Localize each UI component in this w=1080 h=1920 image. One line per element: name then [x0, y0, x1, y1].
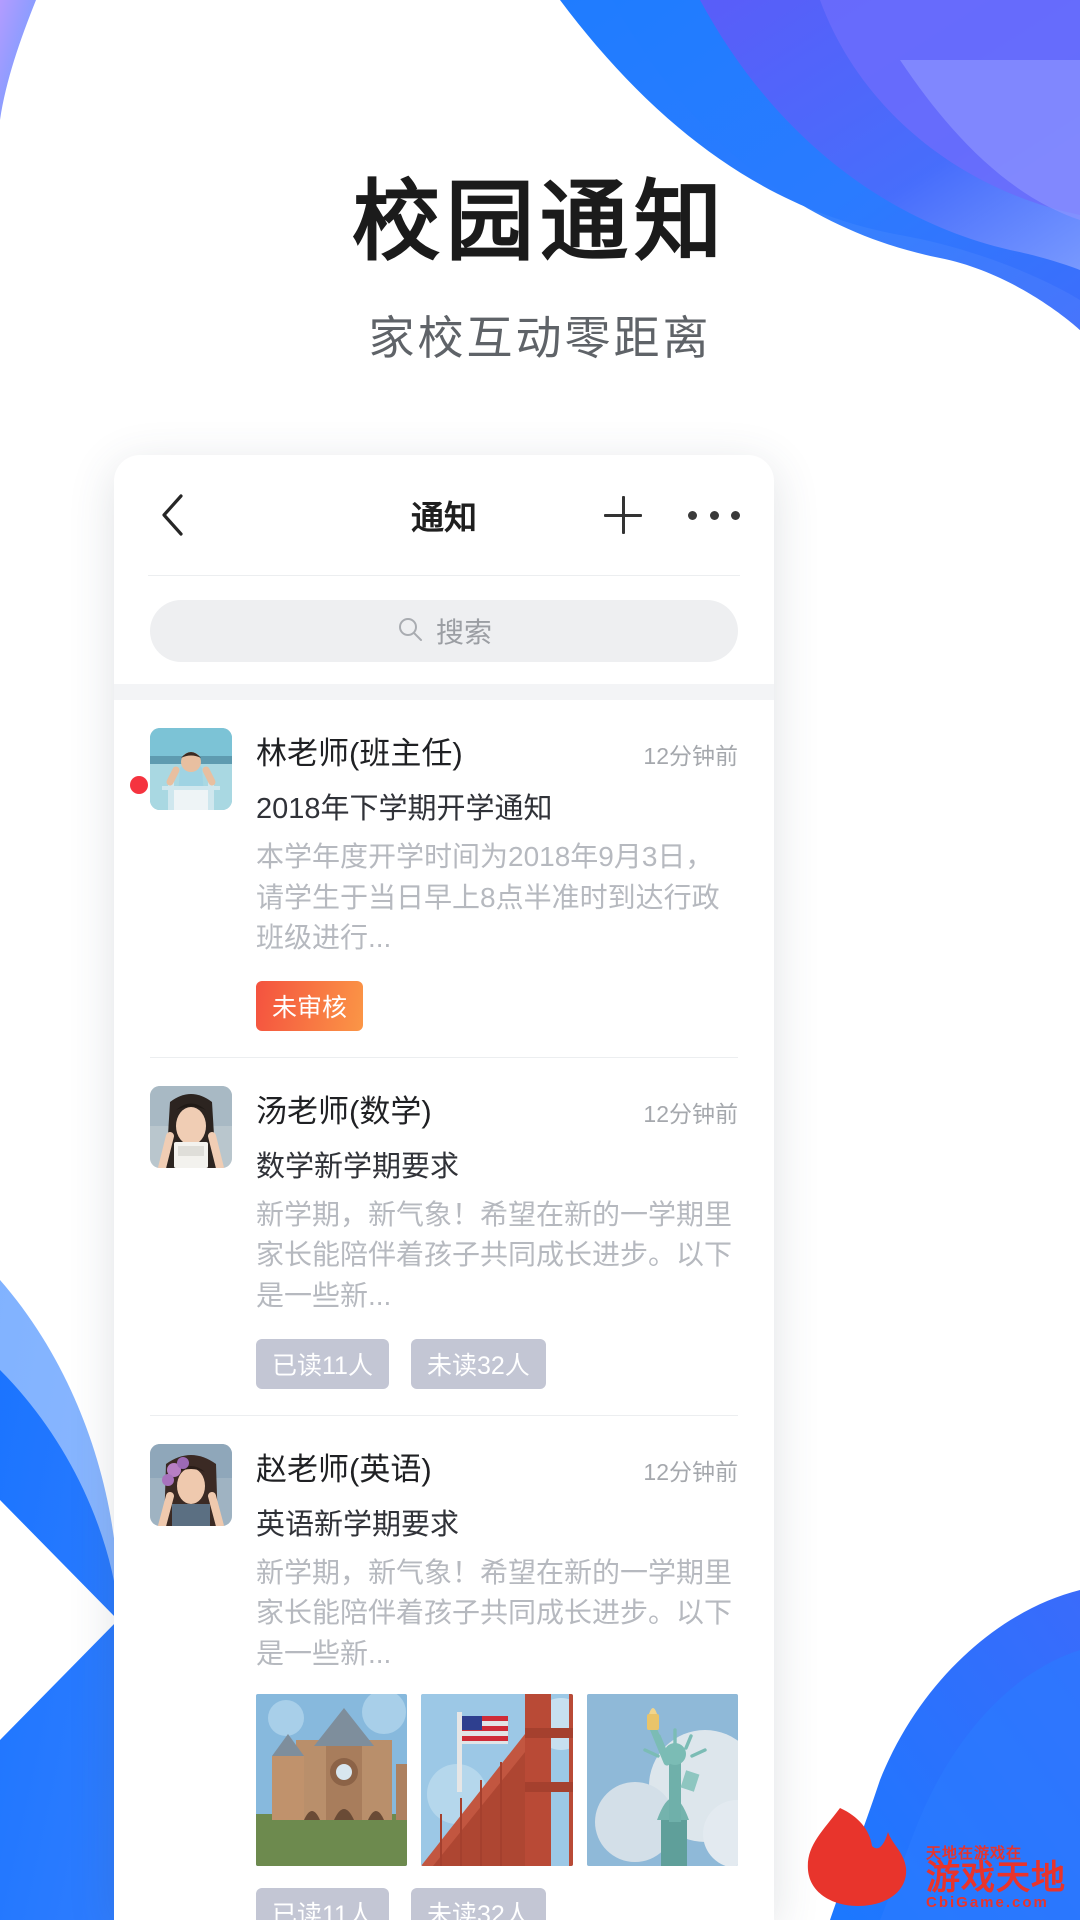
notification-excerpt: 新学期，新气象！希望在新的一学期里家长能陪伴着孩子共同成长进步。以下是一些新..…: [256, 1198, 733, 1311]
back-button[interactable]: [148, 491, 196, 539]
chevron-left-icon: [159, 493, 185, 537]
search-icon: [396, 615, 424, 648]
photo-cathedral-image: [256, 1694, 408, 1867]
unread-count-badge: 未读32人: [410, 1888, 546, 1920]
list-item-body: 汤老师(数学) 12分钟前 数学新学期要求 新学期，新气象！希望在新的一学期里家…: [256, 1086, 738, 1415]
navbar-actions: [600, 492, 740, 538]
notification-list: 林老师(班主任) 12分钟前 2018年下学期开学通知 本学年度开学时间为201…: [114, 700, 774, 1920]
unread-count-badge: 未读32人: [410, 1338, 546, 1389]
timestamp: 12分钟前: [643, 1458, 738, 1485]
tag-row: 已读11人 未读32人: [256, 1338, 738, 1389]
sender-name: 林老师(班主任): [256, 736, 463, 771]
list-item[interactable]: 汤老师(数学) 12分钟前 数学新学期要求 新学期，新气象！希望在新的一学期里家…: [114, 1058, 774, 1415]
search-section: 搜索: [114, 576, 774, 684]
page-title: 校园通知: [351, 172, 728, 271]
notification-excerpt: 新学期，新气象！希望在新的一学期里家长能陪伴着孩子共同成长进步。以下是一些新..…: [256, 1556, 733, 1669]
photo-golden-gate-flag-image: [421, 1694, 573, 1867]
avatar: [150, 728, 232, 810]
avatar-zhao-teacher-image: [150, 1443, 232, 1526]
sender-name: 汤老师(数学): [256, 1093, 432, 1129]
status-badge: 未审核: [256, 980, 364, 1031]
more-dots-icon[interactable]: [688, 492, 740, 538]
list-item[interactable]: 赵老师(英语) 12分钟前 英语新学期要求 新学期，新气象！希望在新的一学期里家…: [114, 1416, 774, 1920]
tag-row: 已读11人 未读32人: [256, 1888, 738, 1920]
thumbnail-image[interactable]: [586, 1694, 738, 1867]
read-count-badge: 已读11人: [256, 1888, 389, 1920]
search-input[interactable]: 搜索: [150, 600, 738, 662]
timestamp: 12分钟前: [643, 1100, 738, 1127]
watermark-text-block: 天地在游戏在 游戏天地 CbiGame.com: [926, 1846, 1066, 1910]
list-item[interactable]: 林老师(班主任) 12分钟前 2018年下学期开学通知 本学年度开学时间为201…: [114, 700, 774, 1057]
search-placeholder: 搜索: [435, 617, 492, 648]
avatar-tang-teacher-image: [150, 1085, 232, 1168]
thumbnail-image[interactable]: [256, 1694, 408, 1867]
thumbnail-image[interactable]: [421, 1694, 573, 1867]
attachment-thumbnails: [256, 1694, 738, 1867]
notification-excerpt: 本学年度开学时间为2018年9月3日，请学生于当日早上8点半准时到达行政班级进行…: [256, 841, 720, 954]
notification-subject: 2018年下学期开学通知: [256, 793, 553, 825]
phone-screenshot-card: 通知 搜索 林老师(班主任) 12分钟前 2018年下学期开学通知 本学年度开学…: [114, 455, 774, 1920]
list-item-body: 林老师(班主任) 12分钟前 2018年下学期开学通知 本学年度开学时间为201…: [256, 728, 738, 1057]
tag-row: 未审核: [256, 980, 738, 1031]
avatar: [150, 1443, 232, 1526]
flame-logo-icon: [807, 1808, 907, 1906]
hero-section: 校园通知 家校互动零距离: [0, 172, 1080, 368]
read-count-badge: 已读11人: [256, 1338, 389, 1389]
notification-subject: 数学新学期要求: [256, 1150, 460, 1183]
watermark-bottom-text: CbiGame.com: [926, 1894, 1049, 1911]
avatar: [150, 1085, 232, 1168]
plus-icon[interactable]: [600, 492, 646, 538]
app-navbar: 通知: [114, 455, 774, 575]
page-subtitle: 家校互动零距离: [368, 312, 712, 365]
list-separator-band: [114, 684, 774, 700]
watermark-mid-text: 游戏天地: [926, 1859, 1066, 1897]
site-watermark: 天地在游戏在 游戏天地 CbiGame.com: [800, 1802, 1066, 1910]
photo-statue-of-liberty-image: [586, 1694, 738, 1867]
notification-subject: 英语新学期要求: [256, 1508, 460, 1541]
avatar-lin-teacher-image: [150, 728, 232, 810]
unread-dot-icon: [130, 776, 148, 794]
sender-name: 赵老师(英语): [256, 1451, 432, 1487]
list-item-body: 赵老师(英语) 12分钟前 英语新学期要求 新学期，新气象！希望在新的一学期里家…: [256, 1444, 738, 1920]
timestamp: 12分钟前: [643, 743, 738, 769]
